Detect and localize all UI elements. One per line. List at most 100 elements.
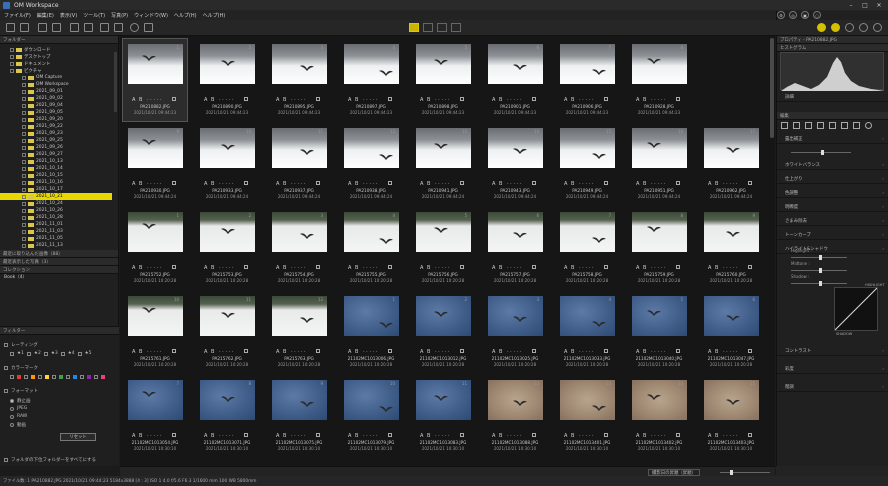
thumbnail-cell[interactable]: 11 A B · · · · · PA210937.JPG 2021/10/21 09:… bbox=[267, 123, 331, 205]
select-checkbox[interactable] bbox=[244, 433, 248, 437]
thumbnail-cell[interactable]: 10 A B · · · · · 21102MC1013079.JPG 2021/10/… bbox=[339, 375, 403, 457]
tone-curve[interactable] bbox=[834, 287, 878, 331]
rating-stars[interactable]: · · · · · bbox=[291, 349, 305, 355]
tree-item[interactable]: ダウンロード bbox=[0, 46, 112, 53]
thumbnail-cell[interactable]: 5 A B · · · · · PA210898.JPG 2021/10/21 09:4… bbox=[411, 39, 475, 121]
tree-item[interactable]: 2021_09_25 bbox=[0, 137, 112, 144]
select-checkbox[interactable] bbox=[460, 265, 464, 269]
edit-section[interactable]: 明瞭度 › bbox=[777, 202, 888, 212]
thumbnail-cell[interactable]: 3 A B · · · · · PA215754.JPG 2021/10/21 10:2… bbox=[267, 207, 331, 289]
edit-section[interactable]: 仕上がり › bbox=[777, 174, 888, 184]
tree-item[interactable]: ピクチャ bbox=[0, 67, 112, 74]
edit-panel-icon[interactable] bbox=[817, 23, 826, 32]
recent-imports[interactable]: 最近に取り込んだ画像（88） bbox=[0, 250, 118, 258]
art-icon[interactable] bbox=[817, 122, 824, 129]
thumbnail-image[interactable]: 2 bbox=[200, 212, 255, 252]
thumbnail-image[interactable]: 15 bbox=[560, 128, 615, 168]
star-icon[interactable] bbox=[781, 122, 788, 129]
star-filter-checkbox[interactable] bbox=[26, 351, 31, 356]
rating-stars[interactable]: · · · · · bbox=[219, 349, 233, 355]
select-checkbox[interactable] bbox=[172, 97, 176, 101]
thumbnail-image[interactable]: 11 bbox=[416, 380, 471, 420]
thumbnail-image[interactable]: 9 bbox=[272, 380, 327, 420]
select-checkbox[interactable] bbox=[244, 181, 248, 185]
select-checkbox[interactable] bbox=[676, 97, 680, 101]
expand-icon[interactable] bbox=[22, 82, 26, 87]
expand-icon[interactable] bbox=[22, 208, 26, 213]
star-filter-checkbox[interactable] bbox=[60, 351, 65, 356]
expand-icon[interactable] bbox=[22, 243, 26, 248]
color-filter-checkbox[interactable] bbox=[52, 375, 56, 379]
select-checkbox[interactable] bbox=[388, 349, 392, 353]
select-checkbox[interactable] bbox=[244, 349, 248, 353]
color-filter-checkbox[interactable] bbox=[66, 375, 70, 379]
expand-icon[interactable] bbox=[22, 229, 26, 234]
adjust-icon[interactable] bbox=[853, 122, 860, 129]
collection-item[interactable]: Book（4） bbox=[0, 274, 118, 282]
expand-icon[interactable] bbox=[22, 159, 26, 164]
compare-view-icon[interactable] bbox=[451, 23, 461, 32]
menu-edit[interactable]: 編集(E) bbox=[37, 12, 54, 19]
select-checkbox[interactable] bbox=[316, 349, 320, 353]
recent-views[interactable]: 最近表示した写真（3） bbox=[0, 258, 118, 266]
tree-item[interactable]: 2021_10_13 bbox=[0, 158, 112, 165]
select-checkbox[interactable] bbox=[604, 265, 608, 269]
subfolder-checkbox[interactable] bbox=[4, 458, 8, 462]
info-icon[interactable] bbox=[845, 23, 854, 32]
crop-icon[interactable] bbox=[829, 122, 836, 129]
expand-icon[interactable] bbox=[10, 47, 14, 52]
rating-stars[interactable]: · · · · · bbox=[147, 433, 161, 439]
expand-icon[interactable] bbox=[22, 236, 26, 241]
edit-section[interactable]: コントラスト › bbox=[777, 346, 888, 356]
select-checkbox[interactable] bbox=[532, 265, 536, 269]
thumbnail-cell[interactable]: 6 A B · · · · · PA210901.JPG 2021/10/21 09:4… bbox=[483, 39, 547, 121]
thumbnail-cell[interactable]: 12 A B · · · · · PA215763.JPG 2021/10/21 10:… bbox=[267, 291, 331, 373]
select-checkbox[interactable] bbox=[388, 181, 392, 185]
tree-item[interactable]: 2021_10_21 bbox=[0, 193, 112, 200]
rating-stars[interactable]: · · · · · bbox=[579, 181, 593, 187]
thumbnail-image[interactable]: 13 bbox=[560, 380, 615, 420]
thumbnail-image[interactable]: 17 bbox=[704, 128, 759, 168]
thumbnail-image[interactable]: 7 bbox=[560, 44, 615, 84]
rating-stars[interactable]: · · · · · bbox=[507, 265, 521, 271]
expand-icon[interactable] bbox=[22, 152, 26, 157]
rating-stars[interactable]: · · · · · bbox=[363, 97, 377, 103]
thumbnail-image[interactable]: 3 bbox=[488, 296, 543, 336]
expand-icon[interactable] bbox=[10, 54, 14, 59]
midtone-slider[interactable] bbox=[791, 268, 847, 273]
thumb-size-slider[interactable] bbox=[720, 470, 770, 475]
color-icon[interactable] bbox=[805, 122, 812, 129]
thumbnail-image[interactable]: 6 bbox=[488, 212, 543, 252]
tree-item[interactable]: 2021_10_26 bbox=[0, 207, 112, 214]
globe-icon[interactable]: ◎ bbox=[789, 11, 797, 19]
import-icon[interactable] bbox=[6, 23, 15, 32]
thumbnail-image[interactable]: 13 bbox=[416, 128, 471, 168]
thumbnail-cell[interactable]: 17 A B · · · · · PA210962.JPG 2021/10/21 09:… bbox=[699, 123, 763, 205]
paste-icon[interactable] bbox=[84, 23, 93, 32]
thumbnail-cell[interactable]: 7 A B · · · · · 21102MC1013054.JPG 2021/10/2… bbox=[123, 375, 187, 457]
rating-stars[interactable]: · · · · · bbox=[147, 181, 161, 187]
select-checkbox[interactable] bbox=[676, 265, 680, 269]
rating-stars[interactable]: · · · · · bbox=[723, 181, 737, 187]
rating-stars[interactable]: · · · · · bbox=[219, 433, 233, 439]
select-checkbox[interactable] bbox=[532, 433, 536, 437]
thumbnail-cell[interactable]: 10 A B · · · · · PA215761.JPG 2021/10/21 10:… bbox=[123, 291, 187, 373]
expand-icon[interactable] bbox=[22, 201, 26, 206]
thumbnail-image[interactable]: 11 bbox=[272, 128, 327, 168]
eye-icon[interactable] bbox=[865, 122, 872, 129]
expand-icon[interactable] bbox=[22, 180, 26, 185]
menu-view[interactable]: 表示(V) bbox=[60, 12, 77, 19]
thumbnail-image[interactable]: 10 bbox=[344, 380, 399, 420]
thumbnail-image[interactable]: 5 bbox=[632, 296, 687, 336]
expand-icon[interactable] bbox=[22, 124, 26, 129]
rotate-left-icon[interactable] bbox=[38, 23, 47, 32]
select-checkbox[interactable] bbox=[460, 433, 464, 437]
edit-section[interactable]: ホワイトバランス › bbox=[777, 160, 888, 170]
menu-window[interactable]: ウィンドウ(W) bbox=[134, 12, 168, 19]
select-checkbox[interactable] bbox=[316, 181, 320, 185]
select-checkbox[interactable] bbox=[460, 349, 464, 353]
open-folder-icon[interactable] bbox=[20, 23, 29, 32]
edit-section[interactable]: 色調整 › bbox=[777, 188, 888, 198]
menu-help-2[interactable]: ヘルプ(H) bbox=[203, 12, 226, 19]
menu-help[interactable]: ヘルプ(H) bbox=[174, 12, 197, 19]
